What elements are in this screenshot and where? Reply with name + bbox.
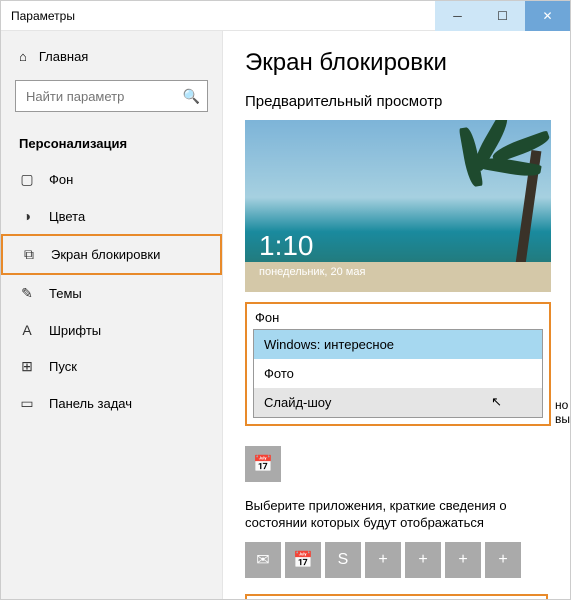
cursor-icon: ↖: [491, 394, 502, 410]
quick-status-label: Выберите приложения, краткие сведения о …: [245, 498, 548, 532]
calendar-icon: 📅: [253, 454, 273, 474]
content-area: Экран блокировки Предварительный просмот…: [223, 31, 570, 599]
sidebar-item-background[interactable]: ▢ Фон: [1, 161, 222, 198]
theme-icon: ✎: [19, 285, 35, 302]
lockscreen-icon: ⧉: [21, 246, 37, 263]
sidebar-item-label: Панель задач: [49, 396, 132, 411]
taskbar-icon: ▭: [19, 395, 35, 412]
search-input[interactable]: [15, 80, 208, 112]
dropdown-label: Фон: [255, 310, 543, 325]
sidebar: ⌂ Главная 🔍 Персонализация ▢ Фон ◑ Цвета…: [1, 31, 223, 599]
plus-icon: +: [418, 551, 427, 569]
titlebar-title: Параметры: [11, 9, 435, 23]
sidebar-item-themes[interactable]: ✎ Темы: [1, 275, 222, 312]
search-box: 🔍: [15, 80, 208, 112]
search-icon: 🔍: [183, 88, 200, 105]
dropdown-option-spotlight[interactable]: Windows: интересное: [254, 330, 542, 359]
detail-app-row: 📅: [245, 446, 548, 482]
start-icon: ⊞: [19, 358, 35, 375]
lockscreen-preview: 1:10 понедельник, 20 мая: [245, 120, 551, 292]
sidebar-item-colors[interactable]: ◑ Цвета: [1, 198, 222, 234]
maximize-button[interactable]: ☐: [480, 1, 525, 31]
calendar-icon: 📅: [293, 550, 313, 570]
palette-icon: ◑: [19, 208, 35, 224]
sidebar-item-start[interactable]: ⊞ Пуск: [1, 348, 222, 385]
sidebar-item-label: Темы: [49, 286, 82, 301]
add-app-tile[interactable]: +: [365, 542, 401, 578]
sidebar-item-taskbar[interactable]: ▭ Панель задач: [1, 385, 222, 422]
close-button[interactable]: ✕: [525, 1, 570, 31]
plus-icon: +: [458, 551, 467, 569]
plus-icon: +: [378, 551, 387, 569]
dropdown-option-slideshow[interactable]: Слайд-шоу ↖: [254, 388, 542, 417]
mail-app-tile[interactable]: ✉: [245, 542, 281, 578]
home-icon: ⌂: [19, 49, 27, 64]
quick-apps-row: ✉ 📅 S + + + +: [245, 542, 548, 578]
add-app-tile[interactable]: +: [445, 542, 481, 578]
home-label: Главная: [39, 49, 88, 64]
font-icon: A: [19, 322, 35, 338]
skype-app-tile[interactable]: S: [325, 542, 361, 578]
minimize-button[interactable]: ─: [435, 1, 480, 31]
sidebar-item-label: Цвета: [49, 209, 85, 224]
sidebar-item-lockscreen[interactable]: ⧉ Экран блокировки: [1, 234, 222, 275]
preview-label: Предварительный просмотр: [245, 93, 548, 110]
category-header: Персонализация: [1, 126, 222, 161]
preview-time: 1:10: [259, 230, 314, 262]
home-link[interactable]: ⌂ Главная: [1, 41, 222, 72]
plus-icon: +: [498, 551, 507, 569]
calendar-app-tile[interactable]: 📅: [285, 542, 321, 578]
dropdown-list: Windows: интересное Фото Слайд-шоу ↖: [253, 329, 543, 418]
titlebar: Параметры ─ ☐ ✕: [1, 1, 570, 31]
signin-background-toggle-block: Показывать на экране входа фоновый рисун…: [245, 594, 548, 599]
dropdown-option-photo[interactable]: Фото: [254, 359, 542, 388]
settings-window: Параметры ─ ☐ ✕ ⌂ Главная 🔍 Персонализац…: [0, 0, 571, 600]
mail-icon: ✉: [256, 550, 269, 570]
preview-date: понедельник, 20 мая: [259, 266, 365, 278]
sidebar-item-label: Шрифты: [49, 323, 101, 338]
skype-icon: S: [338, 551, 349, 569]
sidebar-item-label: Пуск: [49, 359, 77, 374]
calendar-app-tile[interactable]: 📅: [245, 446, 281, 482]
page-title: Экран блокировки: [245, 49, 548, 77]
sidebar-item-fonts[interactable]: A Шрифты: [1, 312, 222, 348]
add-app-tile[interactable]: +: [405, 542, 441, 578]
picture-icon: ▢: [19, 171, 35, 188]
background-dropdown[interactable]: Фон Windows: интересное Фото Слайд-шоу ↖: [245, 302, 551, 426]
sidebar-item-label: Фон: [49, 172, 73, 187]
sidebar-item-label: Экран блокировки: [51, 247, 160, 262]
add-app-tile[interactable]: +: [485, 542, 521, 578]
